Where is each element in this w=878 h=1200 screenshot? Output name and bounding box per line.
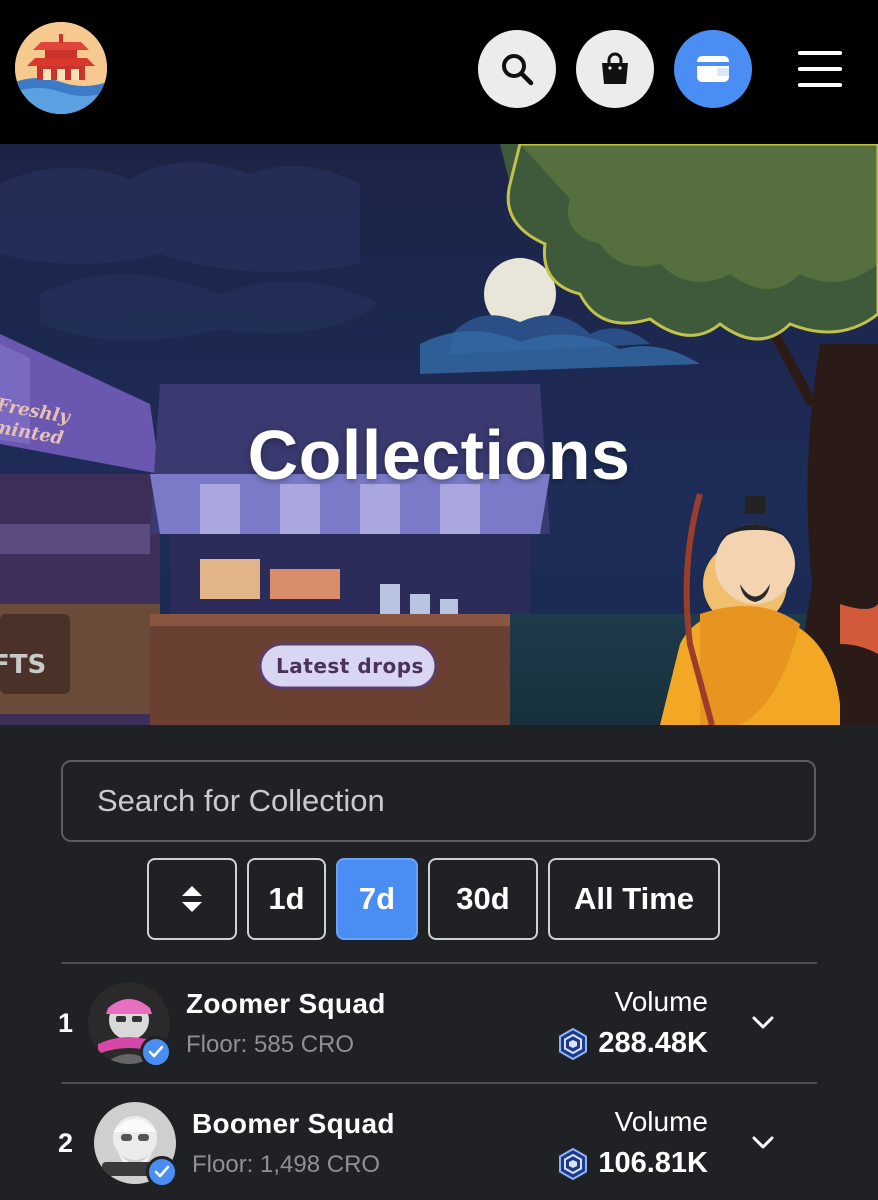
verified-badge-icon [140,1036,172,1068]
hamburger-menu-icon[interactable] [792,46,848,92]
cart-button[interactable] [576,30,654,108]
collection-avatar[interactable] [88,982,172,1068]
wallet-button[interactable] [674,30,752,108]
time-range-filters: 1d 7d 30d All Time [0,858,878,940]
filter-1d-button[interactable]: 1d [247,858,326,940]
floor-price: Floor: 1,498 CRO [192,1151,381,1178]
volume-value: 288.48K [558,1027,708,1060]
floor-price: Floor: 585 CRO [186,1031,355,1058]
volume-label: Volume [614,1106,708,1137]
verified-badge-icon [146,1156,178,1188]
wallet-icon [697,56,729,82]
filter-7d-button[interactable]: 7d [336,858,418,940]
collection-name[interactable]: Boomer Squad [192,1108,395,1140]
chevron-down-icon[interactable] [750,1130,776,1156]
filter-30d-button[interactable]: 30d [428,858,538,940]
search-button[interactable] [478,30,556,108]
page-title: Collections [247,416,631,494]
menu-line [798,67,842,71]
chevron-down-icon[interactable] [750,1010,776,1036]
cronos-token-icon [559,1147,588,1180]
volume-amount: 106.81K [598,1147,708,1179]
filter-all-time-button[interactable]: All Time [548,858,720,940]
sort-icon [182,886,202,912]
pagoda-logo-icon[interactable] [15,22,107,114]
hero-banner: Freshly minted Latest drops FTS Collecti… [0,144,878,725]
shopping-bag-icon [602,52,628,84]
volume-label: Volume [614,986,708,1017]
volume-amount: 288.48K [598,1027,708,1059]
menu-line [798,51,842,55]
volume-value: 106.81K [558,1147,708,1180]
collection-row[interactable]: 2 Boomer Squad Floor: 1,498 CRO Volume 1… [0,1084,878,1200]
collection-avatar[interactable] [94,1102,178,1188]
collection-row[interactable]: 1 Zoomer Squad Floor: 585 CRO Volume 288… [0,964,878,1082]
collection-name[interactable]: Zoomer Squad [186,988,386,1020]
sign-side-text: FTS [0,650,47,680]
top-navigation-bar [0,0,878,144]
search-icon [502,54,534,86]
collection-rank: 1 [58,1008,74,1038]
collection-rank: 2 [58,1128,74,1158]
collection-search-input[interactable] [61,760,816,842]
sort-toggle-button[interactable] [147,858,237,940]
sign-latest-drops: Latest drops [276,654,424,678]
cronos-token-icon [559,1027,588,1060]
menu-line [798,83,842,87]
